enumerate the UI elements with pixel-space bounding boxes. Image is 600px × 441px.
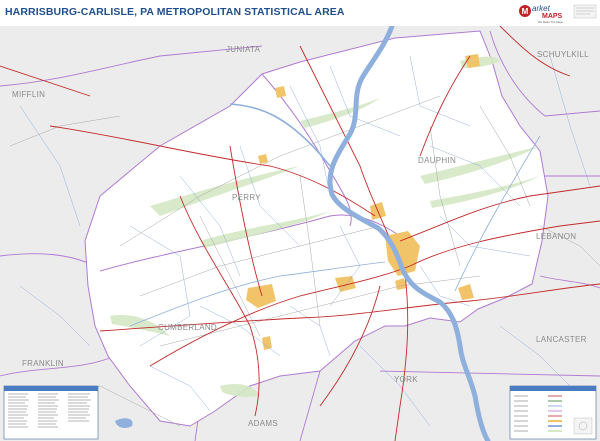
map-legend-box [509,385,597,440]
county-label-lancaster: LANCASTER [536,335,587,344]
county-label-schuylkill: SCHUYLKILL [537,50,589,59]
svg-text:arket: arket [532,4,551,13]
urban-duncannon [275,86,286,98]
county-label-cumberland: CUMBERLAND [158,323,217,332]
zip-code-index-box [3,385,99,440]
map-header: HARRISBURG-CARLISLE, PA METROPOLITAN STA… [0,0,600,26]
svg-text:M: M [522,7,529,16]
county-label-juniata: JUNIATA [226,45,261,54]
map-poster: HARRISBURG-CARLISLE, PA METROPOLITAN STA… [0,0,600,441]
county-label-adams: ADAMS [248,419,278,428]
market-maps-logo: M arket MAPS We Make The Maps [518,2,598,26]
svg-text:MAPS: MAPS [542,13,563,20]
county-label-lebanon: LEBANON [536,232,576,241]
county-label-york: YORK [394,375,418,384]
map-title: HARRISBURG-CARLISLE, PA METROPOLITAN STA… [5,6,345,18]
county-label-franklin: FRANKLIN [22,359,64,368]
svg-text:We Make The Maps: We Make The Maps [538,20,564,24]
county-label-dauphin: DAUPHIN [418,156,456,165]
county-label-perry: PERRY [232,193,261,202]
county-label-mifflin: MIFFLIN [12,90,45,99]
map-area: JUNIATA SCHUYLKILL MIFFLIN DAUPHIN PERRY… [0,26,600,441]
